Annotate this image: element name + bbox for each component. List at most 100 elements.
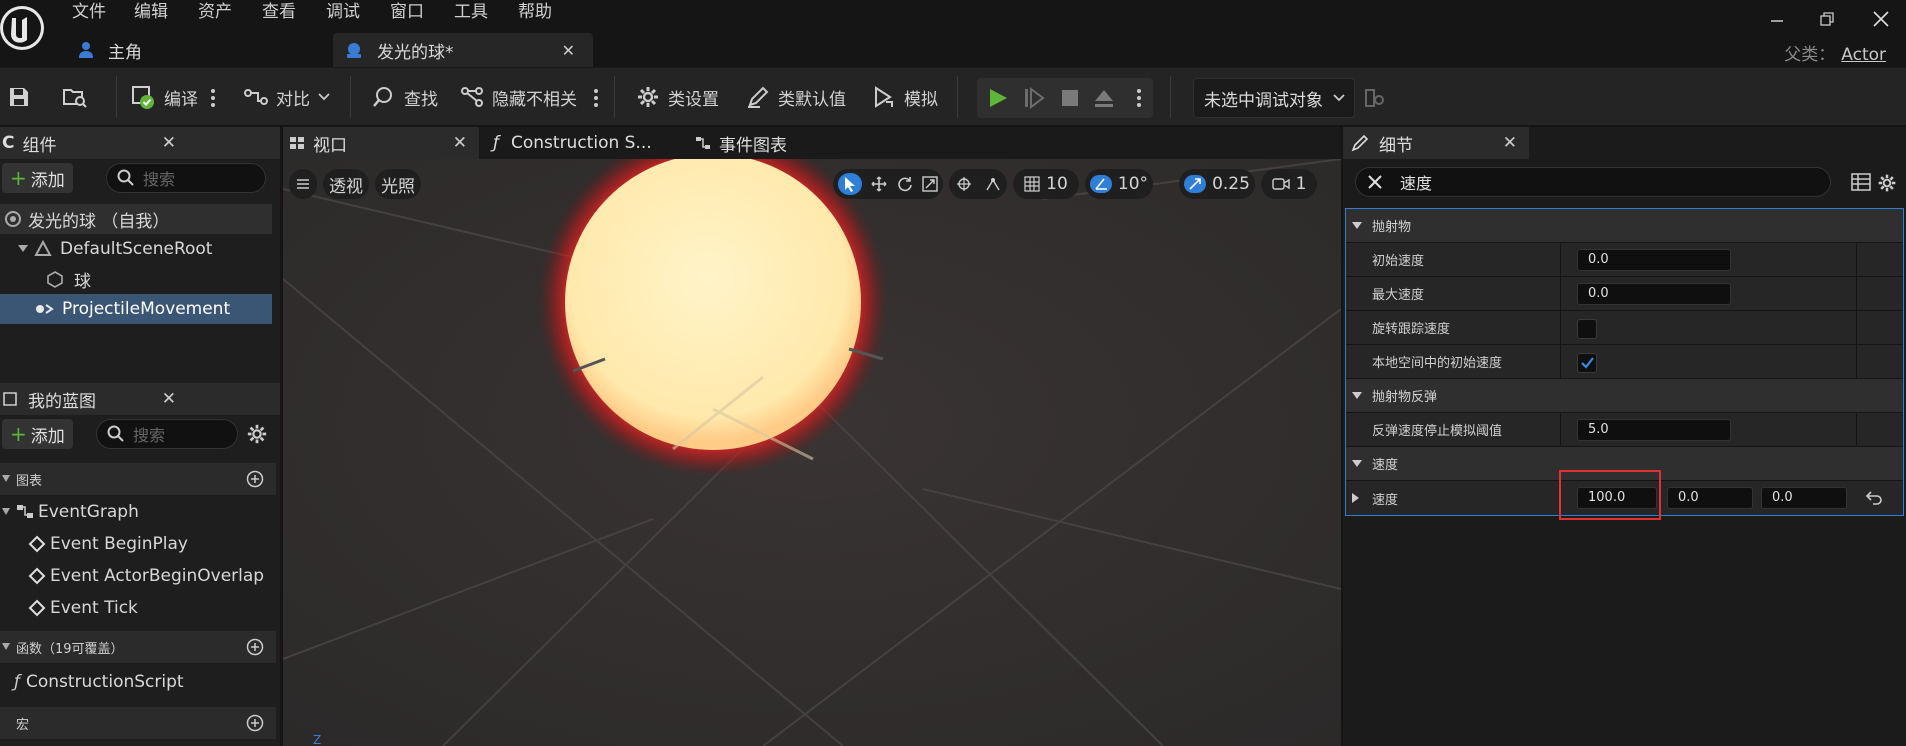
hide-unrelated-button[interactable]: 隐藏不相关 <box>460 78 577 116</box>
menu-edit[interactable]: 编辑 <box>134 0 168 26</box>
select-cursor-icon[interactable] <box>837 173 862 195</box>
perspective-button[interactable]: 透视 <box>323 169 369 199</box>
viewport-menu-icon[interactable] <box>289 169 317 199</box>
category-projectile[interactable]: 抛射物 <box>1346 209 1903 243</box>
clear-search-icon[interactable] <box>1366 173 1384 191</box>
tab-main-character[interactable]: 主角 <box>62 33 332 67</box>
add-circle-icon[interactable] <box>246 638 264 656</box>
class-defaults-button[interactable]: 类默认值 <box>746 78 846 116</box>
bounce-threshold-input[interactable]: 5.0 <box>1577 419 1731 441</box>
function-item-construction-script[interactable]: ƒ ConstructionScript <box>14 667 276 697</box>
menu-help[interactable]: 帮助 <box>518 0 552 26</box>
gear-icon[interactable] <box>1877 173 1897 193</box>
close-icon[interactable]: ✕ <box>453 133 467 153</box>
camera-speed-control[interactable]: 1 <box>1261 169 1317 199</box>
menu-tools[interactable]: 工具 <box>454 0 488 26</box>
initial-speed-input[interactable]: 0.0 <box>1577 249 1731 271</box>
add-label: 添加 <box>30 170 65 191</box>
play-icon[interactable] <box>987 87 1009 109</box>
save-button[interactable] <box>8 78 30 116</box>
find-button[interactable]: 查找 <box>372 78 438 116</box>
graphs-section-header[interactable]: 图表 <box>0 463 276 495</box>
tab-viewport[interactable]: 视口 ✕ <box>283 127 479 159</box>
lighting-mode-button[interactable]: 光照 <box>375 169 421 199</box>
gear-icon[interactable] <box>246 423 268 445</box>
menu-view[interactable]: 查看 <box>262 0 296 26</box>
menu-debug[interactable]: 调试 <box>326 0 360 26</box>
class-settings-button[interactable]: 类设置 <box>636 78 719 116</box>
surface-snap-icon[interactable] <box>985 176 1001 192</box>
tree-item-sphere[interactable]: 球 <box>46 264 272 294</box>
movement-component-icon <box>34 300 54 318</box>
play-options-kebab-icon[interactable] <box>1137 88 1141 108</box>
close-icon[interactable]: ✕ <box>1503 133 1517 153</box>
add-circle-icon[interactable] <box>246 470 264 488</box>
rotation-snap-control[interactable]: 10° <box>1085 169 1153 199</box>
world-local-icon[interactable] <box>956 176 972 192</box>
components-search-input[interactable]: 搜索 <box>106 163 266 193</box>
add-circle-icon[interactable] <box>246 714 264 732</box>
details-search-input[interactable]: 速度 <box>1355 167 1831 197</box>
reset-cell <box>1856 243 1903 276</box>
debug-object-select[interactable]: 未选中调试对象 <box>1193 78 1355 118</box>
menu-window[interactable]: 窗口 <box>390 0 424 26</box>
rotate-icon[interactable] <box>897 176 913 192</box>
table-view-icon[interactable] <box>1851 173 1871 191</box>
category-label: 速度 <box>1372 458 1399 473</box>
compile-button[interactable]: 编译 <box>130 78 198 116</box>
category-projectile-bounces[interactable]: 抛射物反弹 <box>1346 379 1903 413</box>
simulate-icon <box>872 85 896 109</box>
scale-icon[interactable] <box>922 176 938 192</box>
event-item-begin-play[interactable]: Event BeginPlay <box>28 529 276 559</box>
minimize-icon[interactable] <box>1766 8 1788 30</box>
viewport-canvas[interactable]: Z 透视 光照 10 10° 0.25 1 <box>283 159 1341 746</box>
expand-arrow-icon[interactable] <box>1352 493 1360 503</box>
reset-to-default-icon[interactable] <box>1865 490 1883 506</box>
menu-assets[interactable]: 资产 <box>198 0 232 26</box>
velocity-z-input[interactable]: 0.0 <box>1761 487 1847 509</box>
rotation-follows-checkbox[interactable] <box>1577 319 1597 339</box>
details-tab[interactable]: 细节 ✕ <box>1343 127 1529 159</box>
tree-item-projectile-movement[interactable]: ProjectileMovement <box>0 294 272 324</box>
blueprint-search-input[interactable]: 搜索 <box>96 419 238 449</box>
close-icon[interactable]: ✕ <box>562 41 575 60</box>
my-blueprint-tab[interactable]: 我的蓝图 ✕ <box>0 383 280 415</box>
move-icon[interactable] <box>871 176 887 192</box>
graph-item-event-graph[interactable]: EventGraph <box>0 497 276 527</box>
advance-frame-icon[interactable] <box>1023 87 1045 109</box>
prop-label: 速度 <box>1372 492 1399 508</box>
browse-button[interactable] <box>62 78 88 116</box>
tab-glowing-ball[interactable]: 发光的球* ✕ <box>333 33 593 67</box>
macros-section-header[interactable]: 宏 <box>0 707 276 739</box>
components-tab[interactable]: C 组件 ✕ <box>0 127 280 159</box>
functions-section-header[interactable]: 函数（19可覆盖） <box>0 631 276 663</box>
parent-class-link[interactable]: Actor <box>1841 45 1886 65</box>
window-close-icon[interactable] <box>1870 8 1892 30</box>
local-space-checkbox[interactable] <box>1577 353 1597 373</box>
close-icon[interactable]: ✕ <box>162 389 176 409</box>
diff-button[interactable]: 对比 <box>244 78 330 116</box>
stop-icon[interactable] <box>1059 87 1081 109</box>
velocity-y-input[interactable]: 0.0 <box>1667 487 1753 509</box>
unreal-logo-icon[interactable] <box>0 0 50 62</box>
event-item-actor-begin-overlap[interactable]: Event ActorBeginOverlap <box>28 561 276 591</box>
max-speed-input[interactable]: 0.0 <box>1577 283 1731 305</box>
chevron-down-icon <box>318 93 330 101</box>
tree-item-self[interactable]: 发光的球 （自我） <box>0 204 272 234</box>
scale-snap-control[interactable]: 0.25 <box>1179 169 1255 199</box>
event-item-tick[interactable]: Event Tick <box>28 593 276 623</box>
simulate-button[interactable]: 模拟 <box>872 78 938 116</box>
compile-options-kebab-icon[interactable] <box>211 88 215 108</box>
add-component-button[interactable]: + 添加 <box>2 163 73 193</box>
add-blueprint-member-button[interactable]: + 添加 <box>2 419 73 449</box>
eject-icon[interactable] <box>1093 87 1115 109</box>
hide-options-kebab-icon[interactable] <box>594 88 598 108</box>
close-icon[interactable]: ✕ <box>162 133 176 153</box>
tab-event-graph[interactable]: 事件图表 <box>683 127 883 159</box>
debug-filter-icon[interactable] <box>1364 88 1386 108</box>
grid-snap-control[interactable]: 10 <box>1013 169 1079 199</box>
tab-construction-script[interactable]: ƒ Construction S... <box>481 127 681 159</box>
tree-item-default-scene-root[interactable]: DefaultSceneRoot <box>18 234 272 264</box>
menu-file[interactable]: 文件 <box>72 0 106 26</box>
restore-icon[interactable] <box>1816 8 1838 30</box>
